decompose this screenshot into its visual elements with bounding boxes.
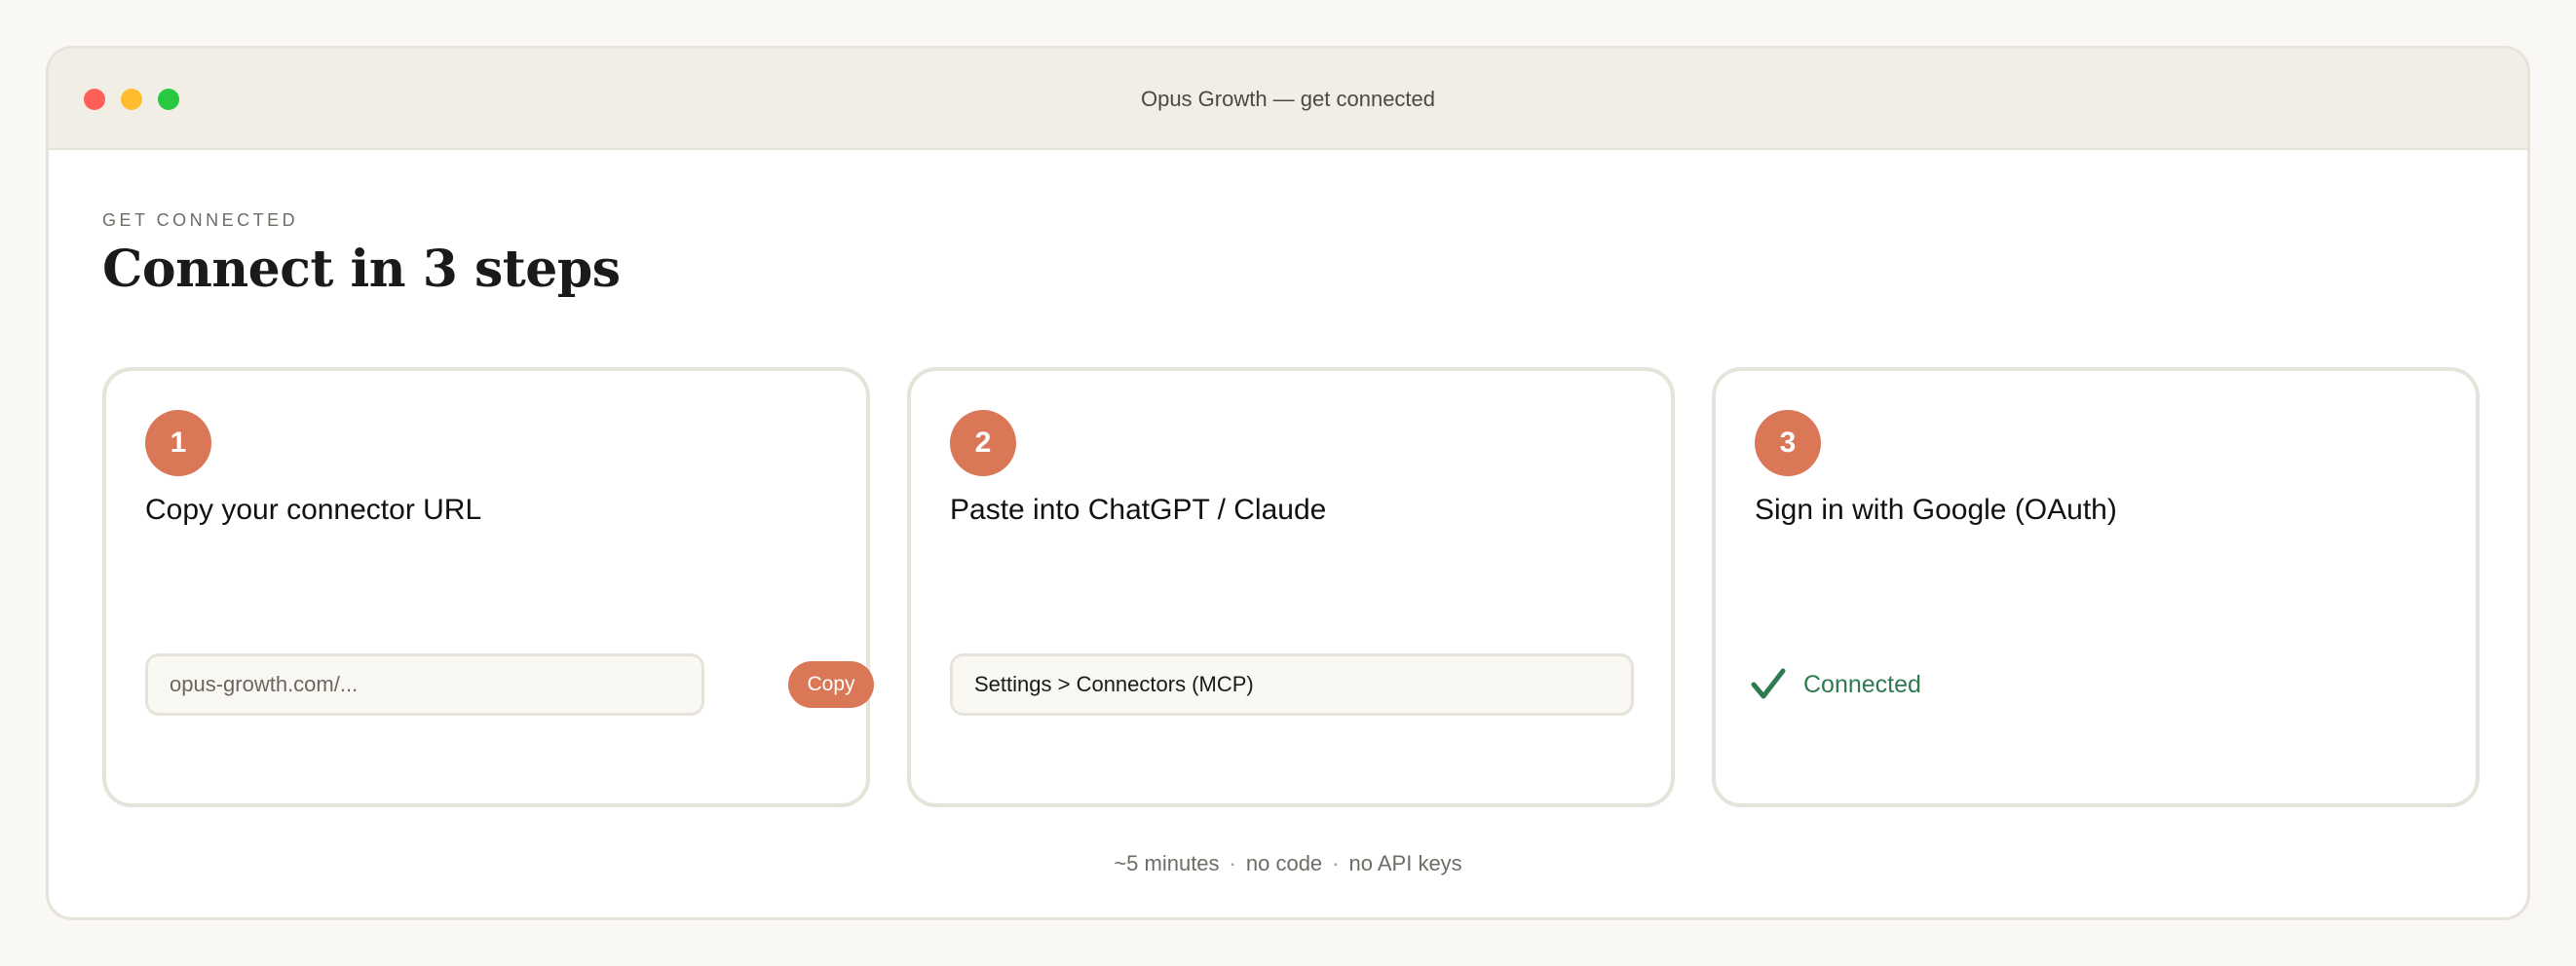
connection-status: Connected: [1751, 660, 1921, 709]
step-number-badge: 1: [145, 410, 211, 476]
step-number-badge: 2: [950, 410, 1016, 476]
connector-url-field[interactable]: opus-growth.com/...: [145, 653, 704, 716]
step-title: Sign in with Google (OAuth): [1755, 494, 2117, 526]
copy-button[interactable]: Copy: [788, 661, 874, 708]
footer-note: ~5 minutes · no code · no API keys: [49, 851, 2527, 876]
title-bar: Opus Growth — get connected: [49, 49, 2527, 150]
step-title: Paste into ChatGPT / Claude: [950, 494, 1327, 526]
separator: ·: [1332, 851, 1340, 875]
step-title: Copy your connector URL: [145, 494, 482, 526]
step-card-copy-url: 1 Copy your connector URL opus-growth.co…: [102, 367, 874, 807]
footer-item-time: ~5 minutes: [1114, 851, 1220, 875]
checkmark-icon: [1751, 667, 1786, 702]
step-number-badge: 3: [1755, 410, 1821, 476]
section-eyebrow: GET CONNECTED: [102, 210, 299, 230]
page-title: Connect in 3 steps: [102, 240, 621, 299]
separator: ·: [1229, 851, 1236, 875]
footer-item-keys: no API keys: [1348, 851, 1462, 875]
step-card-sign-in: 3 Sign in with Google (OAuth) Connected: [1712, 367, 2480, 807]
app-window: Opus Growth — get connected GET CONNECTE…: [46, 46, 2530, 920]
window-title: Opus Growth — get connected: [1140, 87, 1436, 111]
status-label: Connected: [1803, 670, 1921, 698]
step-card-paste: 2 Paste into ChatGPT / Claude Settings >…: [907, 367, 1675, 807]
footer-item-code: no code: [1245, 851, 1323, 875]
settings-path-field[interactable]: Settings > Connectors (MCP): [950, 653, 1634, 716]
